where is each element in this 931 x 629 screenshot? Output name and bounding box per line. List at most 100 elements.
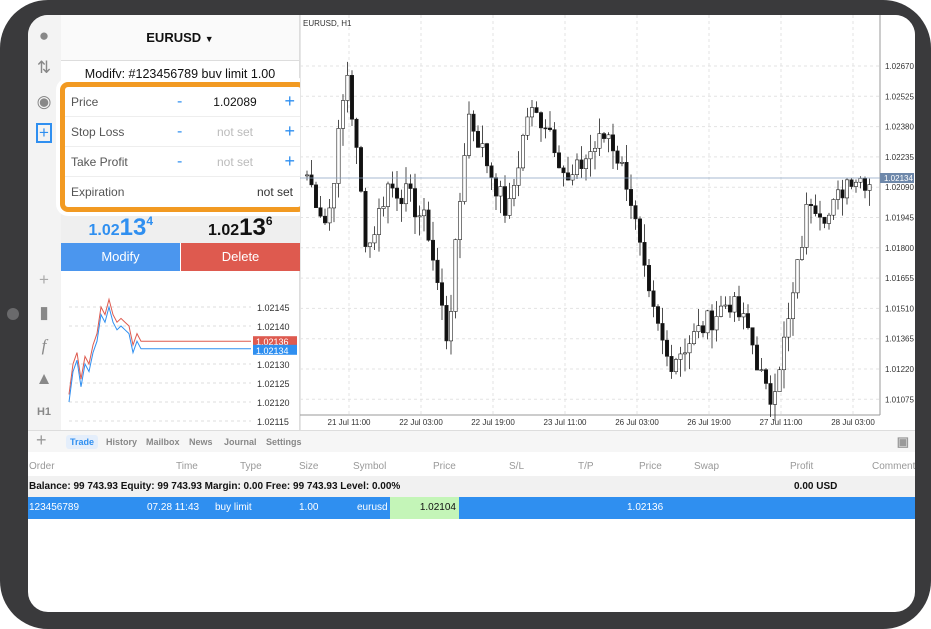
candle-body (435, 259, 440, 283)
table-row[interactable]: 123456789 07.28 11:43 buy limit 1.00 eur… (28, 497, 915, 519)
left-toolbar: ● ⇅ ◉ + + ▮ f ▲ H1 (28, 15, 61, 430)
candle-body (610, 134, 615, 152)
candle-body (817, 213, 822, 218)
stop-loss-decrease-button[interactable]: - (177, 123, 182, 141)
take-profit-decrease-button[interactable]: - (177, 153, 182, 171)
price-label: Price (71, 94, 99, 109)
col-sl: S/L (509, 461, 525, 472)
tab-journal[interactable]: Journal (220, 435, 261, 449)
take-profit-input[interactable]: not set (185, 155, 285, 169)
user-icon[interactable]: ● (32, 25, 56, 47)
candle-body (386, 183, 391, 207)
candle-body (381, 206, 386, 209)
x-tick-label: 28 Jul 03:00 (831, 418, 875, 427)
candle-body (835, 189, 840, 200)
layout-icon[interactable]: ▣ (897, 434, 909, 450)
y-tick-label: 1.01220 (885, 365, 914, 374)
current-price-label: 1.02134 (884, 174, 913, 183)
modify-button[interactable]: Modify (61, 243, 180, 271)
price-input[interactable]: 1.02089 (185, 95, 285, 109)
candle-body (867, 184, 872, 191)
col-profit: Profit (790, 461, 814, 472)
ask-quote: 1.02136 (207, 214, 273, 241)
order-type: buy limit (215, 502, 252, 513)
candle-body (687, 343, 692, 354)
price-increase-button[interactable]: + (284, 91, 295, 112)
y-tick-label: 1.02120 (257, 398, 290, 408)
candle-body (858, 178, 863, 183)
candle-body (476, 130, 481, 148)
add-icon[interactable]: + (36, 430, 47, 451)
function-icon[interactable]: f (32, 335, 56, 357)
chat-icon[interactable]: ◉ (32, 91, 56, 113)
candle-body (844, 179, 849, 199)
candle-body (628, 189, 633, 206)
stop-loss-input[interactable]: not set (185, 125, 285, 139)
order-form: Price -1.02089 + Stop Loss - not set + Take P… (60, 82, 306, 212)
candle-body (503, 186, 508, 216)
candle-body (642, 242, 647, 266)
price-decrease-button[interactable]: - (177, 93, 182, 111)
candle-body (673, 359, 678, 372)
order-size: 1.00 (299, 502, 319, 513)
objects-icon[interactable]: ▲ (32, 368, 56, 390)
candle-body (853, 181, 858, 187)
candle-body (678, 353, 683, 360)
symbol-selector[interactable]: EURUSD ▼ (61, 15, 299, 61)
col-size: Size (299, 461, 319, 472)
screen: ● ⇅ ◉ + + ▮ f ▲ H1 EURUSD ▼ Modify: #123… (28, 15, 915, 612)
crosshair-icon[interactable]: + (32, 269, 56, 291)
home-button[interactable] (7, 308, 19, 320)
tab-history[interactable]: History (102, 435, 141, 449)
candle-body (840, 189, 845, 199)
candle-body (440, 282, 445, 306)
col-swap: Swap (694, 461, 720, 472)
quotes: 1.02134 1.02136 (61, 210, 300, 243)
expiration-row[interactable]: Expiration not set (65, 177, 301, 207)
candle-body (660, 323, 665, 341)
candle-body (750, 327, 755, 346)
take-profit-increase-button[interactable]: + (284, 151, 295, 172)
candle-body (655, 306, 660, 324)
candle-body (624, 161, 629, 190)
candle-body (354, 118, 359, 148)
trade-arrows-icon[interactable]: ⇅ (32, 57, 56, 79)
candle-body (449, 311, 454, 342)
candle-body (318, 207, 323, 217)
y-tick-label: 1.02125 (257, 379, 290, 389)
candles-icon[interactable]: ▮ (32, 302, 56, 324)
x-tick-label: 26 Jul 03:00 (615, 418, 659, 427)
candle-body (480, 143, 485, 148)
col-symbol: Symbol (353, 461, 387, 472)
candle-body (777, 369, 782, 393)
x-tick-label: 22 Jul 19:00 (471, 418, 515, 427)
candle-body (413, 188, 418, 218)
delete-button[interactable]: Delete (180, 243, 300, 271)
price-chart[interactable]: 1.02670 1.02525 1.02380 1.02235 1.02090 1.019… (300, 15, 915, 430)
new-order-icon[interactable]: + (36, 123, 52, 143)
candle-body (574, 159, 579, 175)
tab-settings[interactable]: Settings (262, 435, 306, 449)
stop-loss-increase-button[interactable]: + (284, 121, 295, 142)
candle-body (813, 205, 818, 214)
candle-body (467, 113, 472, 156)
candle-body (331, 183, 336, 209)
y-tick-label: 1.02130 (257, 360, 290, 370)
candle-body (718, 305, 723, 317)
y-tick-label: 1.01800 (885, 244, 914, 253)
candle-body (422, 209, 427, 217)
tab-mailbox[interactable]: Mailbox (142, 435, 184, 449)
timeframe-button[interactable]: H1 (32, 401, 56, 423)
col-comment: Comment (872, 461, 915, 472)
symbol-label: EURUSD (146, 30, 202, 45)
candle-body (458, 201, 463, 240)
tab-trade[interactable]: Trade (66, 435, 99, 449)
candle-body (525, 116, 530, 136)
candle-body (786, 318, 791, 338)
candle-body (408, 183, 413, 189)
candle-body (768, 383, 773, 405)
stop-loss-label: Stop Loss (71, 124, 125, 139)
candle-body (530, 107, 535, 118)
candle-body (579, 159, 584, 169)
tab-news[interactable]: News (185, 435, 217, 449)
